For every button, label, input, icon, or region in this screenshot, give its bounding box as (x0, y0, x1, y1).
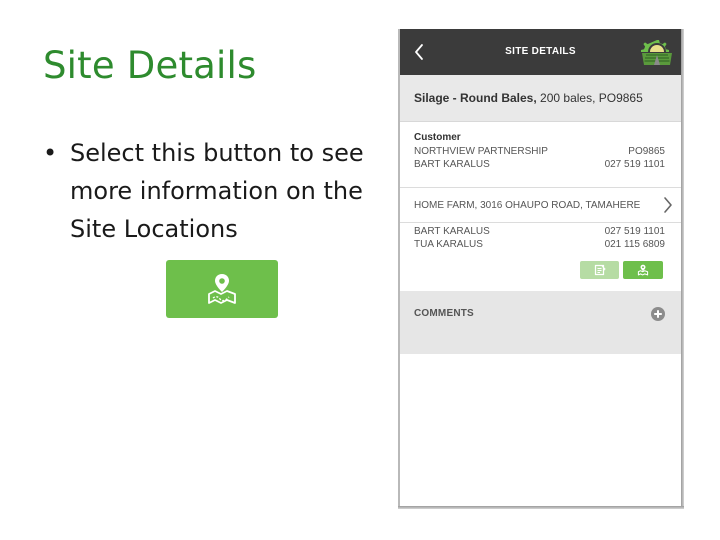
customer-contact-phone: 027 519 1101 (604, 159, 665, 170)
site-address: HOME FARM, 3016 OHAUPO ROAD, TAMAHERE (414, 200, 641, 211)
customer-contact-name: BART KARALUS (414, 159, 490, 170)
map-location-icon (208, 274, 236, 304)
phone-screenshot: SITE DETAILS Silage - Round Bales, 200 b… (398, 29, 684, 509)
bullet-point: • Select this button to see more informa… (43, 134, 373, 248)
phone-frame-edge (398, 506, 684, 509)
phone-frame-edge (398, 29, 400, 509)
customer-po: PO9865 (628, 146, 665, 157)
product-name: Silage - Round Bales, (414, 91, 537, 105)
notes-icon (594, 264, 606, 276)
customer-name: NORTHVIEW PARTNERSHIP (414, 146, 548, 157)
bullet-text: Select this button to see more informati… (70, 139, 364, 243)
customer-section: Customer NORTHVIEW PARTNERSHIP PO9865 BA… (400, 122, 681, 187)
notes-button[interactable] (580, 261, 619, 279)
header-title: SITE DETAILS (505, 46, 576, 57)
app-header: SITE DETAILS (400, 29, 681, 75)
site-contact-phone: 021 115 6809 (604, 239, 665, 250)
comments-label: COMMENTS (414, 308, 474, 319)
phone-frame-edge (681, 29, 684, 509)
site-location-button-illustration[interactable] (166, 260, 278, 318)
product-summary: Silage - Round Bales, 200 bales, PO9865 (400, 75, 681, 122)
slide-title: Site Details (43, 44, 257, 87)
site-contact-phone: 027 519 1101 (604, 226, 665, 237)
field-logo-icon (641, 40, 672, 65)
map-location-icon (637, 264, 649, 276)
site-location-button[interactable] (623, 261, 663, 279)
chevron-right-icon (664, 197, 672, 213)
product-detail: 200 bales, PO9865 (536, 91, 643, 105)
site-contacts: BART KARALUS 027 519 1101 TUA KARALUS 02… (400, 223, 681, 291)
site-contact-name: TUA KARALUS (414, 239, 483, 250)
bullet-marker: • (43, 139, 58, 167)
comments-section: COMMENTS (400, 291, 681, 354)
customer-label: Customer (414, 132, 461, 143)
plus-circle-icon[interactable] (650, 306, 666, 322)
site-address-row[interactable]: HOME FARM, 3016 OHAUPO ROAD, TAMAHERE (400, 188, 681, 222)
site-contact-name: BART KARALUS (414, 226, 490, 237)
